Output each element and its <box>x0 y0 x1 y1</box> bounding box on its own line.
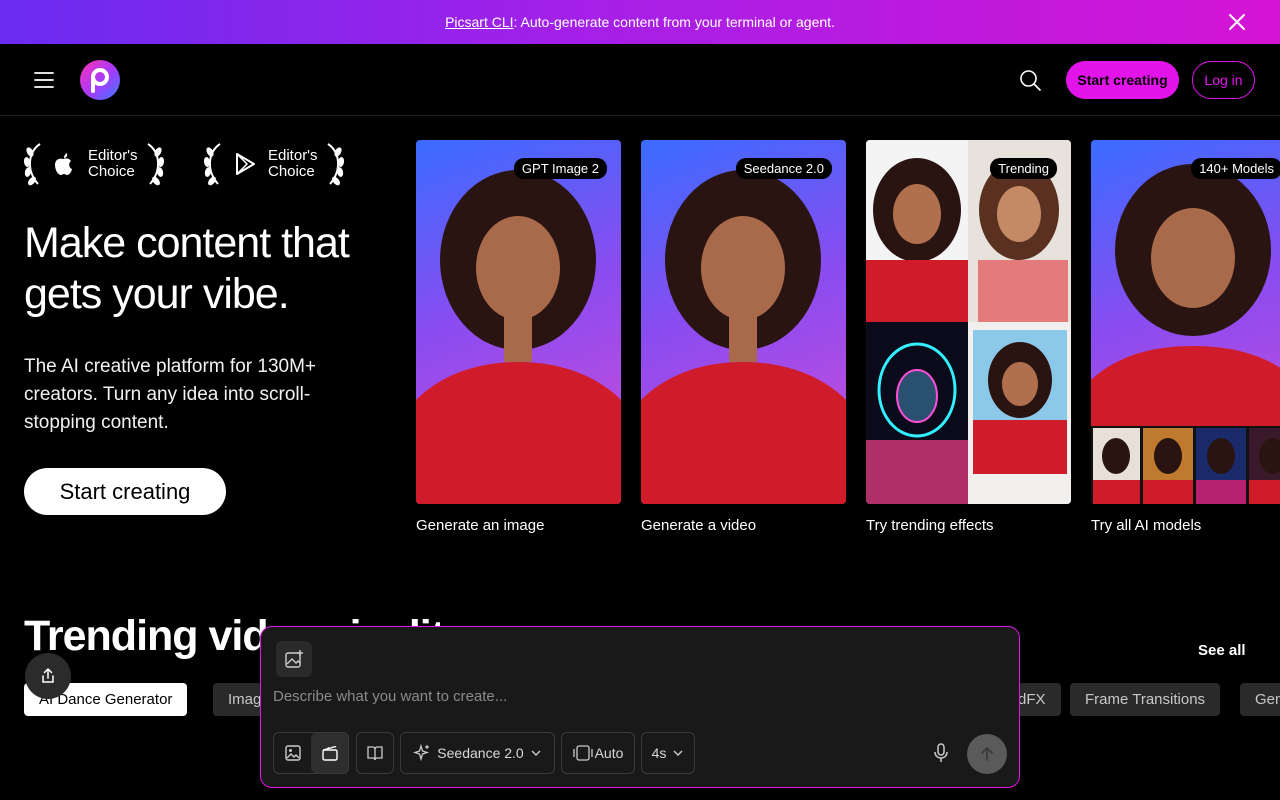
picsart-logo[interactable] <box>80 60 120 100</box>
portrait-illustration <box>1091 164 1280 504</box>
share-icon <box>42 668 54 683</box>
banner-text: : Auto-generate content from your termin… <box>513 14 835 30</box>
prompt-input[interactable] <box>273 684 1003 708</box>
arrow-up-icon <box>981 746 993 761</box>
chip-gen[interactable]: Gen <box>1240 683 1280 716</box>
hero-start-creating-button[interactable]: Start creating <box>24 468 226 515</box>
chevron-down-icon <box>673 750 683 756</box>
image-add-icon <box>285 650 303 668</box>
see-all-link[interactable]: See all <box>1198 642 1246 659</box>
card-generate-video[interactable]: Seedance 2.0 Generate a video <box>641 140 846 534</box>
chevron-down-icon <box>531 750 541 756</box>
models-count-badge: 140+ Models <box>1191 158 1280 179</box>
card-caption: Generate a video <box>641 517 757 534</box>
model-selector[interactable]: Seedance 2.0 <box>400 732 555 774</box>
trending-badge: Trending <box>990 158 1057 179</box>
aspect-ratio-value: Auto <box>594 745 624 761</box>
sparkle-icon <box>413 744 430 762</box>
award-label: Editor's Choice <box>88 147 138 180</box>
aspect-ratio-icon <box>572 745 593 761</box>
card-trending-effects[interactable]: Trending Try trending effects <box>866 140 1071 534</box>
clapperboard-icon <box>321 745 338 761</box>
laurel-right-icon <box>146 143 164 186</box>
search-icon[interactable] <box>1018 68 1042 92</box>
logo-p-icon <box>91 68 109 93</box>
prompt-composer: Seedance 2.0 Auto 4s <box>260 626 1020 788</box>
video-mode-button[interactable] <box>311 733 348 773</box>
share-button[interactable] <box>25 653 71 699</box>
hero-subtitle: The AI creative platform for 130M+ creat… <box>24 356 316 433</box>
add-image-button[interactable] <box>276 641 312 677</box>
chip-frame-transitions[interactable]: Frame Transitions <box>1070 683 1221 716</box>
duration-selector[interactable]: 4s <box>641 732 695 774</box>
card-caption: Try trending effects <box>866 517 994 534</box>
apple-icon <box>55 153 72 175</box>
microphone-icon[interactable] <box>929 741 953 765</box>
model-badge: GPT Image 2 <box>513 158 607 179</box>
card-image: GPT Image 2 <box>416 140 621 504</box>
card-generate-image[interactable]: GPT Image 2 Generate an image <box>416 140 621 534</box>
card-image: Trending <box>866 140 1071 504</box>
model-selector-value: Seedance 2.0 <box>437 745 524 761</box>
hamburger-menu-icon[interactable] <box>33 70 55 90</box>
hero-title: Make content that gets your vibe. <box>24 219 350 318</box>
laurel-right-icon <box>326 143 344 186</box>
card-caption: Try all AI models <box>1091 517 1202 534</box>
top-nav: Start creating Log in <box>0 44 1280 116</box>
laurel-left-icon <box>23 143 41 186</box>
portrait-illustration <box>641 170 846 504</box>
laurel-left-icon <box>203 143 221 186</box>
card-image: 140+ Models <box>1091 140 1280 504</box>
banner-link[interactable]: Picsart CLI <box>445 14 513 30</box>
aspect-ratio-selector[interactable]: Auto <box>561 732 635 774</box>
google-play-icon <box>236 153 255 175</box>
google-play-editors-choice-award: Editor's Choice <box>202 140 346 188</box>
image-icon <box>284 745 301 761</box>
prompt-library-button[interactable] <box>356 732 394 774</box>
media-mode-toggle <box>273 732 349 774</box>
apple-editors-choice-award: Editor's Choice <box>22 140 166 188</box>
award-label: Editor's Choice <box>268 147 318 180</box>
card-all-ai-models[interactable]: 140+ Models Try all AI models <box>1091 140 1280 534</box>
header-start-creating-button[interactable]: Start creating <box>1066 61 1179 99</box>
effects-collage <box>866 140 1071 504</box>
book-icon <box>367 746 383 761</box>
promo-banner: Picsart CLI : Auto-generate content from… <box>0 0 1280 44</box>
close-icon[interactable] <box>1226 11 1248 33</box>
model-badge: Seedance 2.0 <box>735 158 832 179</box>
login-button[interactable]: Log in <box>1192 61 1255 99</box>
card-caption: Generate an image <box>416 517 545 534</box>
card-image: Seedance 2.0 <box>641 140 846 504</box>
duration-value: 4s <box>651 745 667 761</box>
send-button[interactable] <box>967 734 1007 774</box>
image-mode-button[interactable] <box>274 733 311 773</box>
portrait-illustration <box>416 170 621 504</box>
